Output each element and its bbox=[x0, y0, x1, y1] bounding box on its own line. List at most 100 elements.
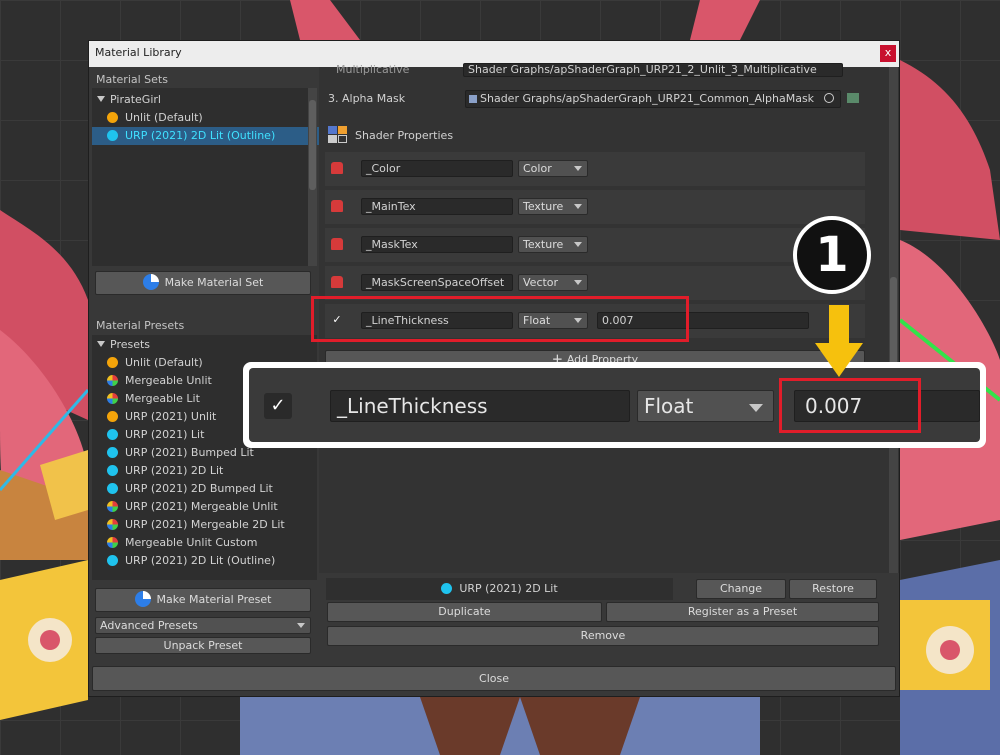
alpha-mask-shader-field[interactable]: Shader Graphs/apShaderGraph_URP21_Common… bbox=[465, 90, 841, 108]
preset-label: Mergeable Lit bbox=[125, 392, 200, 405]
property-name-field[interactable]: _MaskTex bbox=[361, 236, 513, 253]
preset-item[interactable]: URP (2021) Lit bbox=[107, 426, 204, 444]
chevron-down-icon bbox=[297, 623, 305, 628]
preset-item[interactable]: URP (2021) Bumped Lit bbox=[107, 444, 254, 462]
advanced-presets-label: Advanced Presets bbox=[100, 619, 198, 632]
scroll-thumb[interactable] bbox=[309, 100, 316, 190]
preset-label: URP (2021) 2D Lit bbox=[125, 464, 224, 477]
type-label: Vector bbox=[523, 276, 559, 289]
material-icon bbox=[142, 274, 159, 290]
preset-label: URP (2021) Bumped Lit bbox=[125, 446, 254, 459]
multiplicative-shader-field[interactable]: Shader Graphs/apShaderGraph_URP21_2_Unli… bbox=[463, 63, 843, 77]
register-as-preset-button[interactable]: Register as a Preset bbox=[606, 602, 879, 622]
change-button[interactable]: Change bbox=[696, 579, 786, 599]
property-type-dropdown[interactable]: Texture bbox=[518, 198, 588, 215]
cyan-circle-icon bbox=[441, 583, 453, 594]
duplicate-button[interactable]: Duplicate bbox=[327, 602, 602, 622]
make-material-set-button[interactable]: Make Material Set bbox=[95, 271, 311, 295]
chevron-down-icon bbox=[574, 166, 582, 171]
current-material-field: URP (2021) 2D Lit bbox=[326, 578, 673, 600]
multicolor-circle-icon bbox=[107, 501, 118, 512]
chevron-down-icon bbox=[749, 404, 763, 412]
property-row-color: _Color Color bbox=[325, 152, 865, 186]
down-arrow-icon bbox=[815, 305, 863, 377]
preset-label: Mergeable Unlit Custom bbox=[125, 536, 258, 549]
multicolor-circle-icon bbox=[107, 393, 118, 404]
tree-root-label: Presets bbox=[110, 338, 151, 351]
graph-icon[interactable] bbox=[847, 93, 859, 103]
remove-button[interactable]: Remove bbox=[327, 626, 879, 646]
step-badge: 1 bbox=[793, 216, 871, 294]
preset-label: Mergeable Unlit bbox=[125, 374, 212, 387]
zoom-type-label: Float bbox=[644, 394, 694, 418]
property-type-dropdown[interactable]: Color bbox=[518, 160, 588, 177]
preset-item[interactable]: Unlit (Default) bbox=[107, 354, 203, 372]
close-window-button[interactable]: x bbox=[880, 45, 896, 62]
preset-item[interactable]: Mergeable Unlit Custom bbox=[107, 534, 257, 552]
property-name-field[interactable]: _MainTex bbox=[361, 198, 513, 215]
chevron-down-icon bbox=[574, 242, 582, 247]
property-name-field[interactable]: _MaskScreenSpaceOffset bbox=[361, 274, 513, 291]
properties-scrollbar[interactable] bbox=[889, 67, 898, 573]
type-label: Color bbox=[523, 162, 552, 175]
property-type-dropdown[interactable]: Vector bbox=[518, 274, 588, 291]
make-preset-label: Make Material Preset bbox=[156, 593, 272, 606]
set-item-label: Unlit (Default) bbox=[125, 111, 203, 124]
material-presets-header: Material Presets bbox=[96, 319, 185, 332]
property-row-maintex: _MainTex Texture bbox=[325, 190, 865, 224]
sets-scrollbar[interactable] bbox=[308, 88, 317, 266]
preset-item[interactable]: URP (2021) 2D Lit (Outline) bbox=[107, 552, 275, 570]
preset-item[interactable]: Mergeable Lit bbox=[107, 390, 200, 408]
material-sets-list: PirateGirl Unlit (Default) URP (2021) 2D… bbox=[92, 88, 320, 266]
object-picker-icon[interactable] bbox=[824, 93, 834, 103]
cyan-circle-icon bbox=[107, 555, 118, 566]
preset-item[interactable]: Mergeable Unlit bbox=[107, 372, 212, 390]
advanced-presets-dropdown[interactable]: Advanced Presets bbox=[95, 617, 311, 634]
lock-icon bbox=[331, 238, 343, 250]
make-material-preset-button[interactable]: Make Material Preset bbox=[95, 588, 311, 612]
property-row-maskscreenspaceoffset: _MaskScreenSpaceOffset Vector bbox=[325, 266, 865, 300]
highlight-box bbox=[311, 296, 689, 342]
restore-button[interactable]: Restore bbox=[789, 579, 877, 599]
cyan-circle-icon bbox=[107, 130, 118, 141]
preset-item[interactable]: URP (2021) Mergeable Unlit bbox=[107, 498, 278, 516]
material-icon bbox=[134, 591, 151, 607]
property-name-field[interactable]: _Color bbox=[361, 160, 513, 177]
tree-root-piratGirl[interactable]: PirateGirl bbox=[97, 91, 161, 109]
preset-label: URP (2021) Mergeable 2D Lit bbox=[125, 518, 285, 531]
expand-icon bbox=[97, 341, 105, 347]
material-sets-header: Material Sets bbox=[96, 73, 168, 86]
shader-properties-icon bbox=[328, 126, 348, 144]
preset-item[interactable]: URP (2021) 2D Lit bbox=[107, 462, 223, 480]
preset-item[interactable]: URP (2021) Unlit bbox=[107, 408, 216, 426]
chevron-down-icon bbox=[574, 204, 582, 209]
cyan-circle-icon bbox=[107, 483, 118, 494]
multicolor-circle-icon bbox=[107, 375, 118, 386]
preset-item[interactable]: URP (2021) 2D Bumped Lit bbox=[107, 480, 273, 498]
cyan-circle-icon bbox=[107, 447, 118, 458]
tree-root-label: PirateGirl bbox=[110, 93, 161, 106]
orange-circle-icon bbox=[107, 411, 118, 422]
multicolor-circle-icon bbox=[107, 537, 118, 548]
lock-icon bbox=[331, 162, 343, 174]
set-item-urp-2d-lit-outline[interactable]: URP (2021) 2D Lit (Outline) bbox=[92, 127, 320, 145]
preset-label: URP (2021) 2D Lit (Outline) bbox=[125, 554, 276, 567]
multicolor-circle-icon bbox=[107, 519, 118, 530]
tree-root-presets[interactable]: Presets bbox=[97, 336, 150, 354]
chevron-down-icon bbox=[574, 280, 582, 285]
lock-icon bbox=[331, 200, 343, 212]
preset-label: URP (2021) 2D Bumped Lit bbox=[125, 482, 273, 495]
property-type-dropdown[interactable]: Texture bbox=[518, 236, 588, 253]
alpha-mask-label: 3. Alpha Mask bbox=[328, 92, 406, 105]
set-item-label: URP (2021) 2D Lit (Outline) bbox=[125, 129, 276, 142]
preset-label: Unlit (Default) bbox=[125, 356, 203, 369]
close-button[interactable]: Close bbox=[92, 666, 896, 691]
zoom-type-dropdown: Float bbox=[637, 390, 774, 422]
preset-label: URP (2021) Lit bbox=[125, 428, 205, 441]
shader-file-icon bbox=[469, 95, 477, 103]
expand-icon bbox=[97, 96, 105, 102]
unpack-preset-button[interactable]: Unpack Preset bbox=[95, 637, 311, 654]
preset-item[interactable]: URP (2021) Mergeable 2D Lit bbox=[107, 516, 285, 534]
preset-label: URP (2021) Mergeable Unlit bbox=[125, 500, 278, 513]
set-item-unlit-default[interactable]: Unlit (Default) bbox=[107, 109, 203, 127]
